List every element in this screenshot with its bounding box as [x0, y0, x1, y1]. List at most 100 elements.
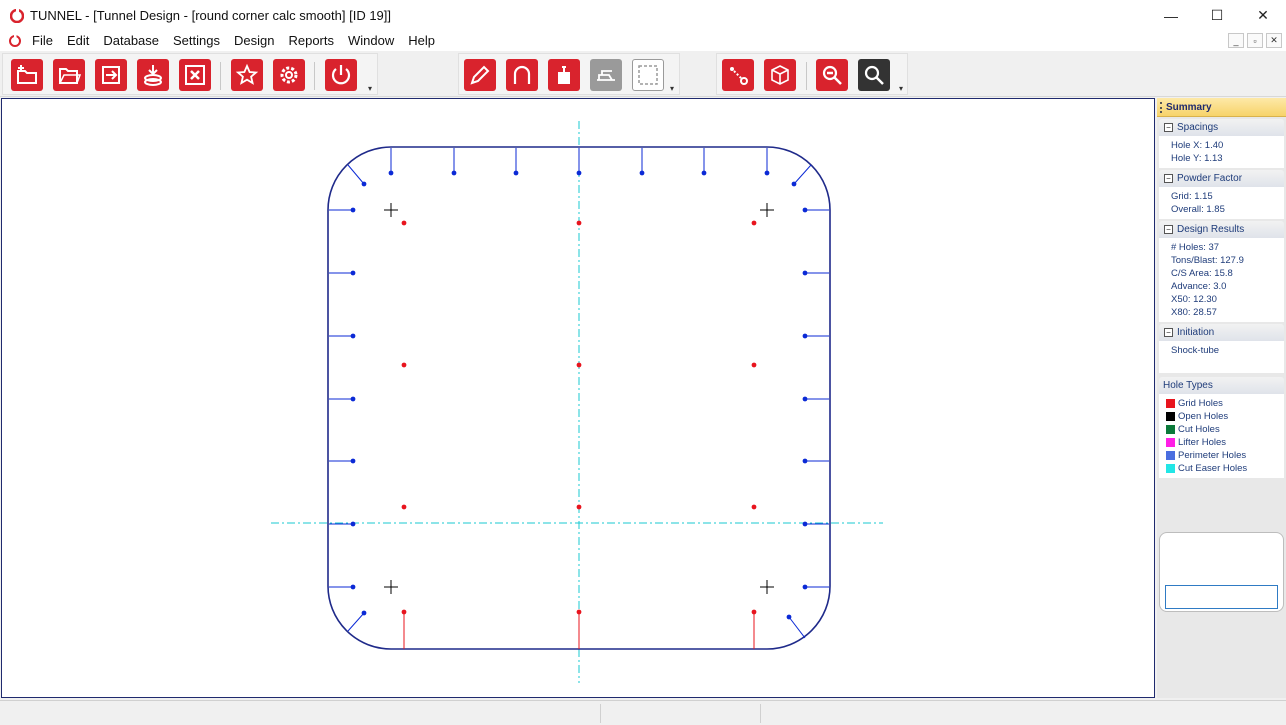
spacings-section-header[interactable]: − Spacings [1159, 119, 1284, 136]
grid-hole [751, 504, 757, 510]
powder-factor-section-body: Grid: 1.15 Overall: 1.85 [1159, 187, 1284, 219]
mdi-minimize-button[interactable]: _ [1228, 33, 1244, 48]
menu-settings[interactable]: Settings [166, 31, 227, 51]
menu-help[interactable]: Help [401, 31, 442, 51]
menu-edit[interactable]: Edit [60, 31, 96, 51]
perimeter-hole [361, 181, 367, 187]
perimeter-hole [388, 170, 394, 176]
open-folder-icon [58, 68, 81, 84]
edit-design-button[interactable] [464, 59, 496, 91]
menu-design[interactable]: Design [227, 31, 281, 51]
measure-button[interactable] [722, 59, 754, 91]
initiation-section-header[interactable]: − Initiation [1159, 324, 1284, 341]
document-icon[interactable] [9, 35, 21, 47]
menu-window[interactable]: Window [341, 31, 401, 51]
mdi-close-button[interactable]: ✕ [1266, 33, 1282, 48]
menu-file[interactable]: File [25, 31, 60, 51]
toolbar-overflow-chevron[interactable]: ▾ [899, 84, 903, 93]
grid-hole [401, 504, 407, 510]
grid-hole [751, 362, 757, 368]
design-canvas[interactable] [1, 98, 1155, 698]
close-button[interactable]: ✕ [1240, 0, 1286, 31]
zoom-out-button[interactable] [816, 59, 848, 91]
select-area-button[interactable] [632, 59, 664, 91]
design-results-section-header[interactable]: − Design Results [1159, 221, 1284, 238]
legend-swatch [1166, 425, 1175, 434]
perimeter-hole [764, 170, 770, 176]
section-title: Spacings [1177, 122, 1219, 133]
favorites-button[interactable] [231, 59, 263, 91]
perimeter-hole [802, 396, 808, 402]
tunnel-design-drawing[interactable] [2, 99, 1156, 699]
new-design-button[interactable] [11, 59, 43, 91]
status-bar [0, 700, 1286, 725]
explosive-icon [558, 66, 570, 84]
perimeter-hole-line [347, 164, 365, 185]
toolbar: ▾ ▾ ▾ [0, 51, 1286, 97]
delete-button[interactable] [179, 59, 211, 91]
perimeter-hole [802, 270, 808, 276]
legend-swatch [1166, 399, 1175, 408]
toolbar-overflow-chevron[interactable]: ▾ [670, 84, 674, 93]
initiation-section-body: Shock-tube [1159, 341, 1284, 373]
x50-value: X50: 12.30 [1171, 294, 1217, 305]
summary-header[interactable]: Summary [1157, 98, 1286, 117]
mdi-restore-button[interactable]: ▫ [1247, 33, 1263, 48]
settings-button[interactable] [273, 59, 305, 91]
minimize-button[interactable]: — [1148, 0, 1194, 31]
legend-swatch [1166, 412, 1175, 421]
perimeter-hole [786, 614, 792, 620]
section-title: Design Results [1177, 224, 1245, 235]
collapse-icon[interactable]: − [1164, 225, 1173, 234]
legend-label: Lifter Holes [1178, 437, 1227, 448]
legend-grid-holes: Grid Holes [1166, 397, 1284, 410]
perimeter-hole [639, 170, 645, 176]
perimeter-hole [350, 396, 356, 402]
title-bar: TUNNEL - [Tunnel Design - [round corner … [0, 0, 1286, 31]
maximize-button[interactable]: ☐ [1194, 0, 1240, 31]
collapse-icon[interactable]: − [1164, 328, 1173, 337]
hole-x-value: Hole X: 1.40 [1171, 140, 1224, 151]
toolbar-group-view: ▾ [716, 53, 908, 95]
design-results-section: − Design Results # Holes: 37 Tons/Blast:… [1159, 221, 1284, 322]
perimeter-hole-line [793, 164, 812, 185]
menu-database[interactable]: Database [96, 31, 166, 51]
toolbar-separator [220, 62, 221, 90]
zoom-button[interactable] [858, 59, 890, 91]
exit-button[interactable] [325, 59, 357, 91]
legend-open-holes: Open Holes [1166, 410, 1284, 423]
gear-icon [280, 66, 298, 84]
collapse-icon[interactable]: − [1164, 123, 1173, 132]
powder-factor-section: − Powder Factor Grid: 1.15 Overall: 1.85 [1159, 170, 1284, 219]
menu-reports[interactable]: Reports [281, 31, 341, 51]
menu-bar: File Edit Database Settings Design Repor… [0, 31, 1286, 51]
3d-view-button[interactable] [764, 59, 796, 91]
legend-perimeter-holes: Perimeter Holes [1166, 449, 1284, 462]
tunnel-profile-button[interactable] [506, 59, 538, 91]
legend-swatch [1166, 438, 1175, 447]
powder-factor-section-header[interactable]: − Powder Factor [1159, 170, 1284, 187]
advance-value: Advance: 3.0 [1171, 281, 1227, 292]
perimeter-hole [791, 181, 797, 187]
legend-swatch [1166, 464, 1175, 473]
import-button[interactable] [95, 59, 127, 91]
hole-types-header[interactable]: Hole Types [1159, 377, 1284, 394]
x80-value: X80: 28.57 [1171, 307, 1217, 318]
section-title: Hole Types [1163, 380, 1213, 391]
toolbar-group-file: ▾ [2, 53, 378, 95]
perimeter-hole [576, 170, 582, 176]
grid-hole [576, 609, 582, 615]
hole-y-value: Hole Y: 1.13 [1171, 153, 1223, 164]
drill-button[interactable] [590, 59, 622, 91]
grid-hole [576, 362, 582, 368]
window-title: TUNNEL - [Tunnel Design - [round corner … [30, 8, 392, 23]
legend-lifter-holes: Lifter Holes [1166, 436, 1284, 449]
grid-hole [401, 609, 407, 615]
toolbar-overflow-chevron[interactable]: ▾ [368, 84, 372, 93]
open-button[interactable] [53, 59, 85, 91]
perimeter-hole [350, 521, 356, 527]
summary-input[interactable] [1165, 585, 1278, 609]
save-button[interactable] [137, 59, 169, 91]
explosive-button[interactable] [548, 59, 580, 91]
collapse-icon[interactable]: − [1164, 174, 1173, 183]
